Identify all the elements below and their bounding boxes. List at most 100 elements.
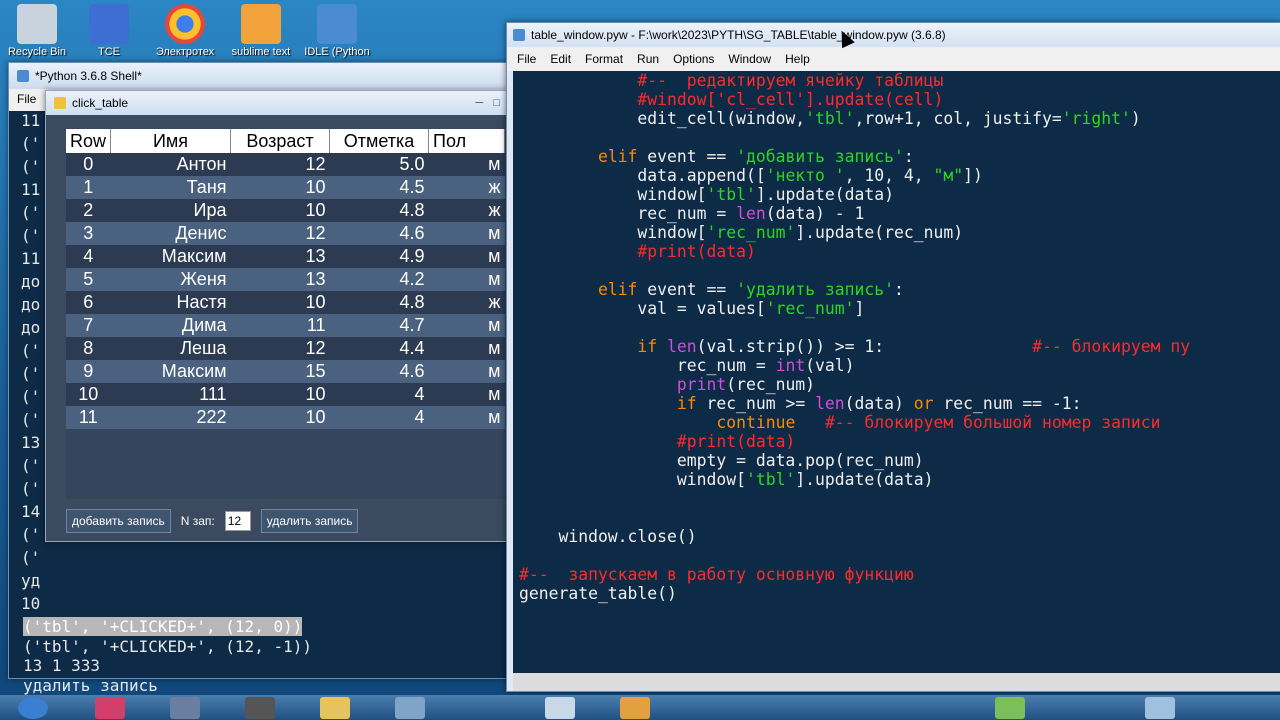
cell-gender[interactable]: м [428, 383, 505, 406]
cell-grade[interactable]: 4.6 [329, 360, 429, 383]
cell-age[interactable]: 10 [230, 176, 330, 199]
table-row[interactable]: 1 Таня 10 4.5 ж [66, 176, 505, 199]
cell-row[interactable]: 1 [66, 176, 111, 199]
table-row[interactable]: 11 222 10 4 м [66, 406, 505, 429]
column-header-row[interactable]: Row [66, 129, 112, 153]
cell-gender[interactable]: м [428, 360, 505, 383]
cell-age[interactable]: 12 [230, 337, 330, 360]
cell-age[interactable]: 10 [230, 291, 330, 314]
cell-name[interactable]: Антон [110, 153, 231, 176]
cell-age[interactable]: 11 [230, 314, 330, 337]
table-row[interactable]: 2 Ира 10 4.8 ж [66, 199, 505, 222]
desktop-icon-recycle-bin[interactable]: Recycle Bin [2, 4, 72, 58]
cell-row[interactable]: 9 [66, 360, 111, 383]
cell-grade[interactable]: 4.6 [329, 222, 429, 245]
column-header-age[interactable]: Возраст [230, 129, 331, 153]
cell-name[interactable]: Максим [110, 245, 231, 268]
shell-menu-file[interactable]: File [17, 92, 36, 106]
cell-grade[interactable]: 4.4 [329, 337, 429, 360]
cell-age[interactable]: 10 [230, 383, 330, 406]
table-area[interactable]: Row Имя Возраст Отметка Пол 0 Антон 12 5.0 м… [66, 129, 508, 499]
cell-grade[interactable]: 4 [329, 383, 429, 406]
cell-row[interactable]: 7 [66, 314, 111, 337]
cell-gender[interactable]: м [428, 337, 505, 360]
code-text[interactable]: #-- редактируем ячейку таблицы #window['… [519, 71, 1190, 603]
menu-help[interactable]: Help [785, 52, 810, 66]
taskbar-app-icon[interactable] [245, 697, 275, 719]
cell-grade[interactable]: 5.0 [329, 153, 429, 176]
cell-grade[interactable]: 4.9 [329, 245, 429, 268]
cell-gender[interactable]: м [428, 153, 505, 176]
cell-age[interactable]: 12 [230, 153, 330, 176]
table-row[interactable]: 9 Максим 15 4.6 м [66, 360, 505, 383]
cell-name[interactable]: 222 [110, 406, 231, 429]
table-row[interactable]: 6 Настя 10 4.8 ж [66, 291, 505, 314]
cell-row[interactable]: 10 [66, 383, 111, 406]
cell-age[interactable]: 10 [230, 199, 330, 222]
cell-gender[interactable]: м [428, 222, 505, 245]
taskbar-app-icon[interactable] [170, 697, 200, 719]
cell-age[interactable]: 13 [230, 245, 330, 268]
folder-icon[interactable] [320, 697, 350, 719]
editor-titlebar[interactable]: table_window.pyw - F:\work\2023\PYTH\SG_… [507, 23, 1280, 47]
desktop-icon-idle[interactable]: IDLE (Python [302, 4, 372, 58]
cell-grade[interactable]: 4 [329, 406, 429, 429]
table-row[interactable]: 3 Денис 12 4.6 м [66, 222, 505, 245]
cell-name[interactable]: Ира [110, 199, 231, 222]
click-table-titlebar[interactable]: click_table ─ □ [46, 91, 508, 115]
cell-gender[interactable]: м [428, 245, 505, 268]
cell-row[interactable]: 8 [66, 337, 111, 360]
delete-record-button[interactable]: удалить запись [260, 509, 359, 533]
taskbar-app-icon[interactable] [395, 697, 425, 719]
cell-grade[interactable]: 4.2 [329, 268, 429, 291]
taskbar-app-icon[interactable] [545, 697, 575, 719]
cell-row[interactable]: 4 [66, 245, 111, 268]
add-record-button[interactable]: добавить запись [66, 509, 171, 533]
cell-grade[interactable]: 4.5 [329, 176, 429, 199]
cell-row[interactable]: 5 [66, 268, 111, 291]
cell-age[interactable]: 15 [230, 360, 330, 383]
cell-name[interactable]: Настя [110, 291, 231, 314]
cell-gender[interactable]: ж [428, 291, 505, 314]
menu-window[interactable]: Window [728, 52, 771, 66]
cell-row[interactable]: 2 [66, 199, 111, 222]
cell-grade[interactable]: 4.8 [329, 199, 429, 222]
cell-gender[interactable]: ж [428, 199, 505, 222]
column-header-grade[interactable]: Отметка [329, 129, 430, 153]
column-header-name[interactable]: Имя [110, 129, 232, 153]
shell-titlebar[interactable]: *Python 3.6.8 Shell* [9, 63, 509, 89]
n-records-input[interactable]: 12 [224, 511, 251, 531]
maximize-icon[interactable]: □ [493, 97, 500, 109]
cell-name[interactable]: Женя [110, 268, 231, 291]
cell-grade[interactable]: 4.7 [329, 314, 429, 337]
cell-name[interactable]: Таня [110, 176, 231, 199]
menu-file[interactable]: File [517, 52, 536, 66]
desktop-icon-chrome[interactable]: Электротех [150, 4, 220, 58]
cell-name[interactable]: Максим [110, 360, 231, 383]
table-row[interactable]: 7 Дима 11 4.7 м [66, 314, 505, 337]
data-table[interactable]: Row Имя Возраст Отметка Пол 0 Антон 12 5.0 м… [66, 129, 506, 429]
desktop-icon-tce[interactable]: TCE [74, 4, 144, 58]
column-header-gender[interactable]: Пол [428, 129, 506, 153]
editor-window[interactable]: table_window.pyw - F:\work\2023\PYTH\SG_… [506, 22, 1280, 692]
cell-name[interactable]: Леша [110, 337, 231, 360]
cell-row[interactable]: 6 [66, 291, 111, 314]
cell-row[interactable]: 3 [66, 222, 111, 245]
cell-age[interactable]: 10 [230, 406, 330, 429]
cell-gender[interactable]: м [428, 314, 505, 337]
start-button-icon[interactable] [18, 697, 48, 719]
menu-options[interactable]: Options [673, 52, 714, 66]
table-row[interactable]: 8 Леша 12 4.4 м [66, 337, 505, 360]
menu-edit[interactable]: Edit [550, 52, 571, 66]
cell-row[interactable]: 0 [66, 153, 111, 176]
cell-name[interactable]: 111 [110, 383, 231, 406]
minimize-icon[interactable]: ─ [476, 97, 484, 109]
table-row[interactable]: 0 Антон 12 5.0 м [66, 153, 505, 176]
table-row[interactable]: 5 Женя 13 4.2 м [66, 268, 505, 291]
table-row[interactable]: 10 111 10 4 м [66, 383, 505, 406]
cell-gender[interactable]: м [428, 268, 505, 291]
menu-format[interactable]: Format [585, 52, 623, 66]
cell-row[interactable]: 11 [66, 406, 111, 429]
menu-run[interactable]: Run [637, 52, 659, 66]
cell-gender[interactable]: ж [428, 176, 505, 199]
